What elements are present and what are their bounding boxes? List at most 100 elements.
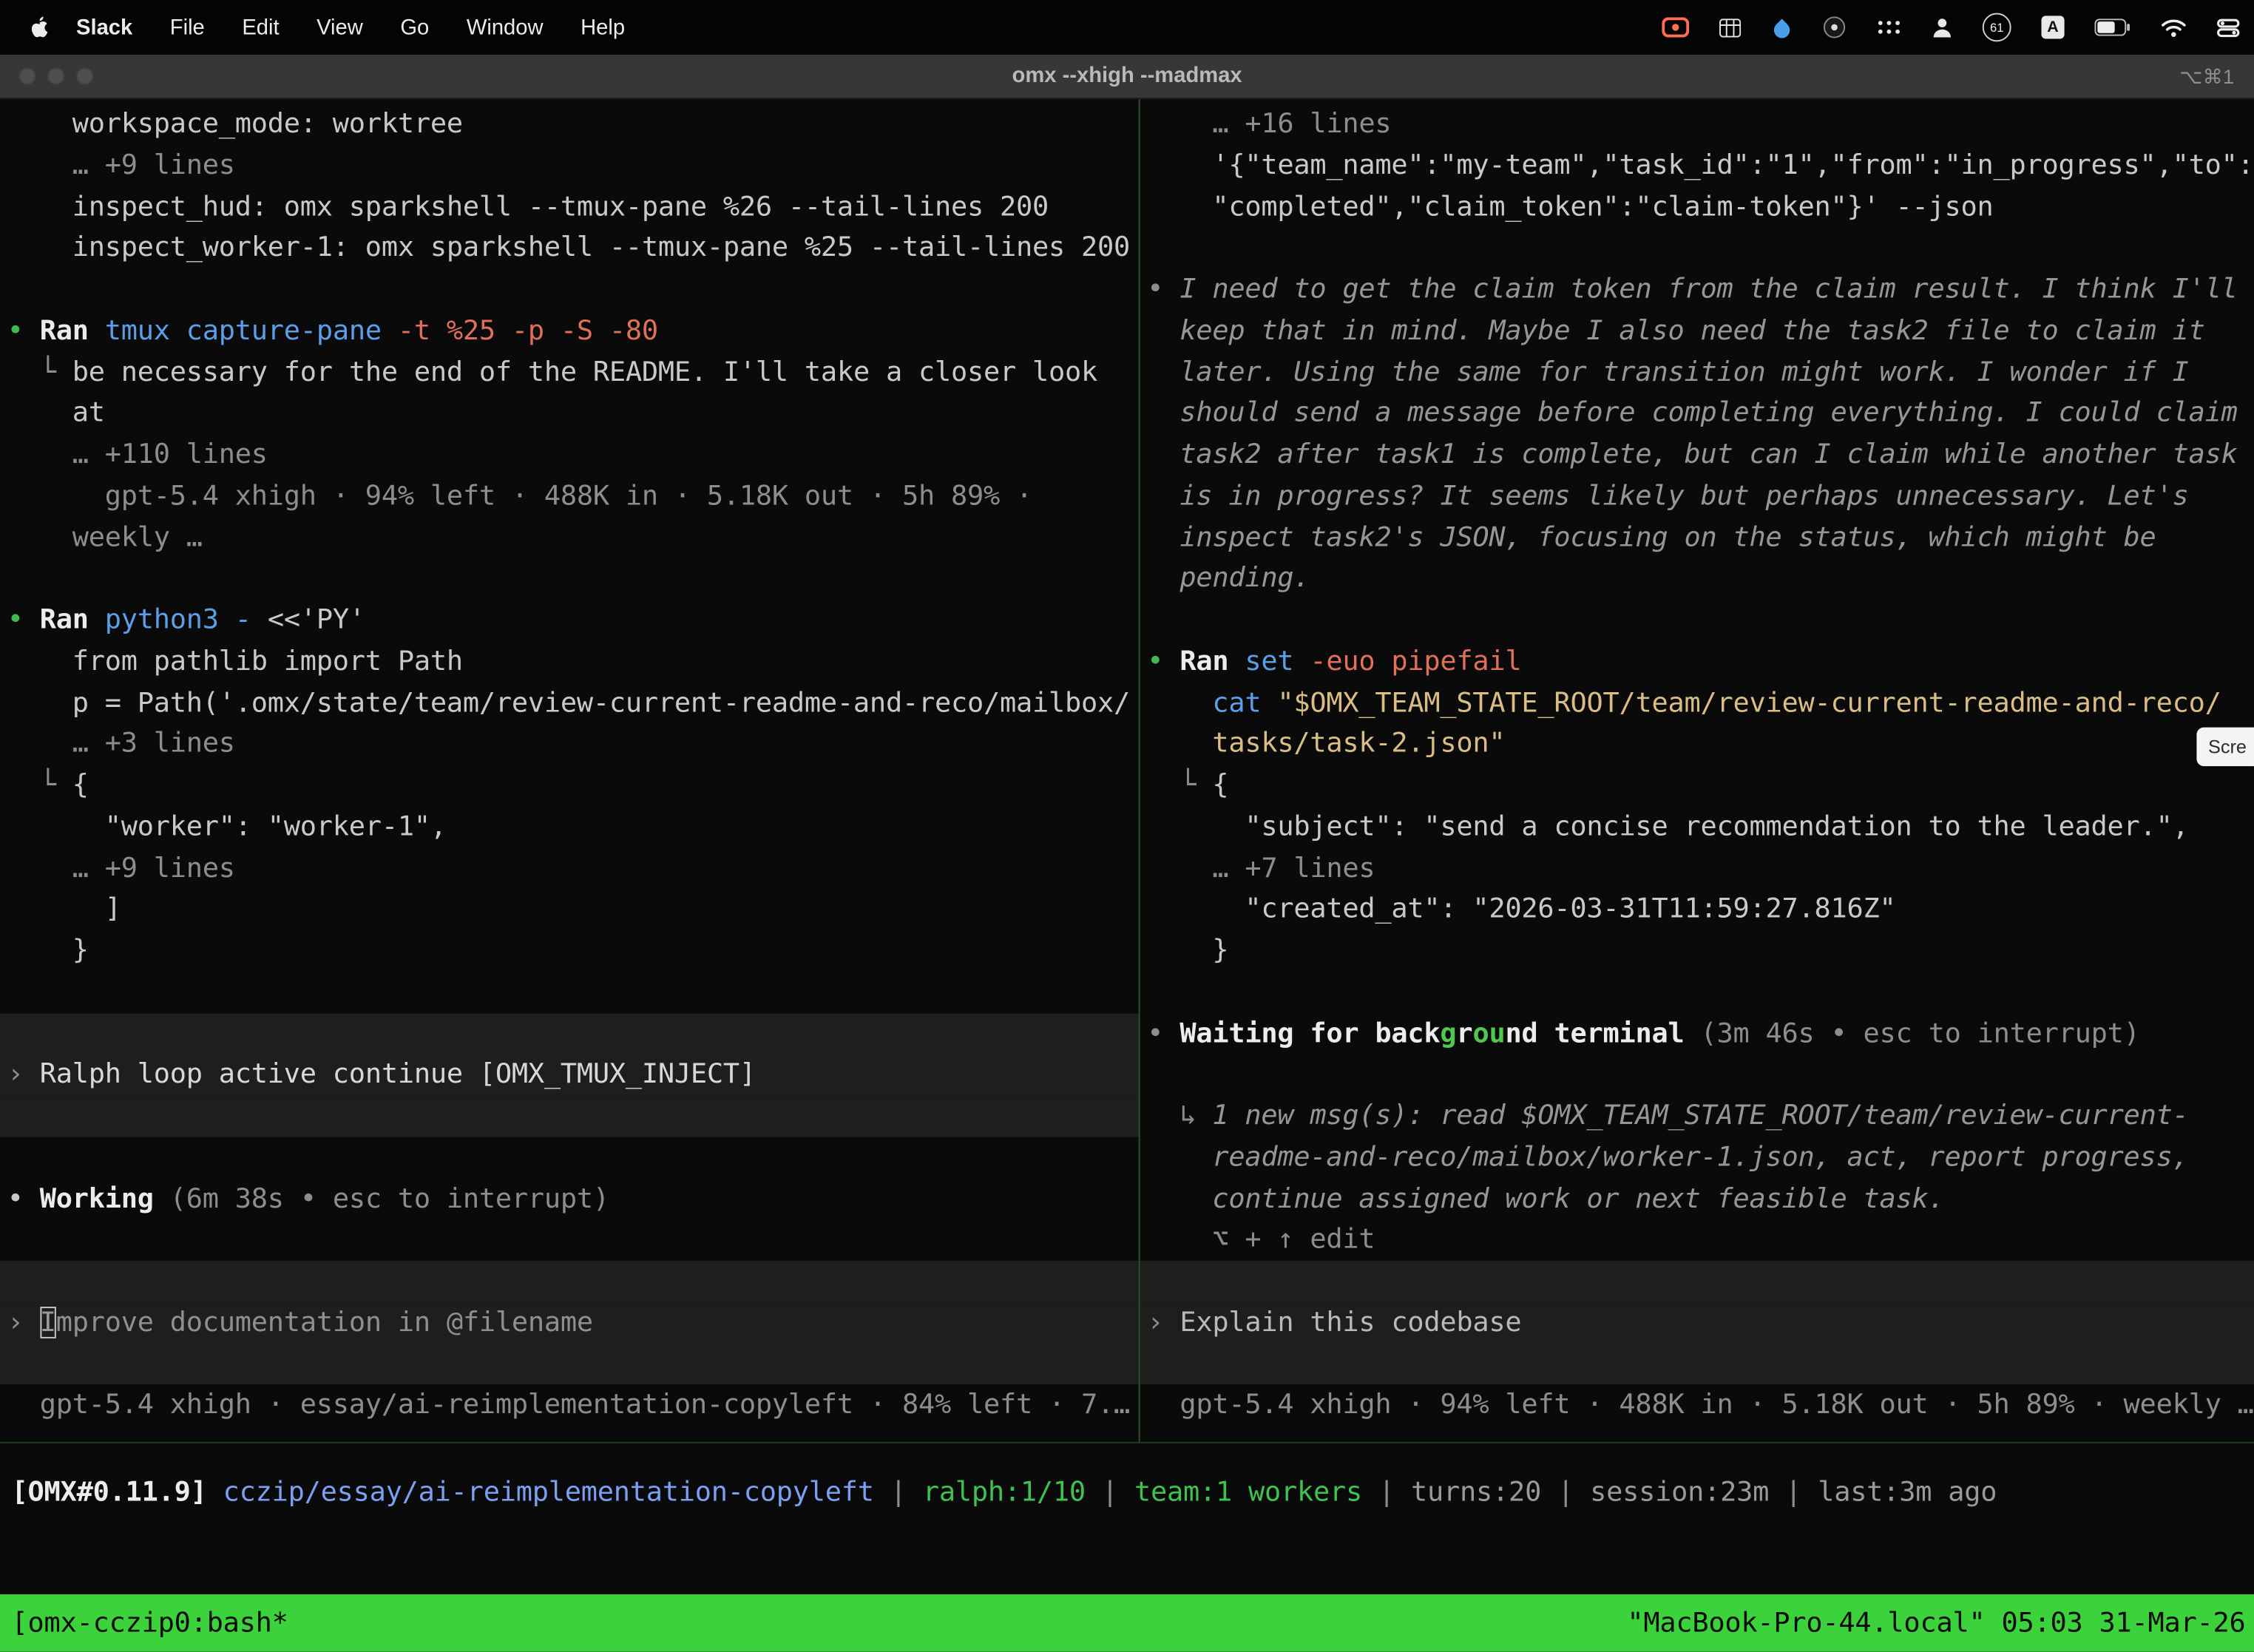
terminal-line: "completed","claim_token":"claim-token"}… xyxy=(1147,186,2254,228)
right-terminal-pane[interactable]: … +16 lines '{"team_name":"my-team","tas… xyxy=(1140,99,2254,1442)
user-icon[interactable] xyxy=(1932,13,1952,41)
terminal-line xyxy=(7,558,1139,600)
terminal-line xyxy=(1147,600,2254,641)
input-source-icon[interactable]: A xyxy=(2041,16,2064,38)
terminal-line: inspect_hud: omx sparkshell --tmux-pane … xyxy=(7,186,1139,228)
terminal-line: continue assigned work or next feasible … xyxy=(1147,1178,2254,1219)
terminal-line xyxy=(0,1344,1139,1385)
terminal-line: "created_at": "2026-03-31T11:59:27.816Z" xyxy=(1147,889,2254,930)
window-title: omx --xhigh --madmax xyxy=(0,55,2254,98)
terminal-line xyxy=(0,1013,1139,1054)
terminal-line: … +110 lines xyxy=(7,434,1139,475)
terminal-line xyxy=(1147,228,2254,269)
terminal-line: inspect_worker-1: omx sparkshell --tmux-… xyxy=(7,228,1139,269)
terminal-line xyxy=(1147,972,2254,1013)
terminal-line: } xyxy=(7,930,1139,972)
menu-item-window[interactable]: Window xyxy=(467,15,544,39)
terminal-line: └ { xyxy=(1147,765,2254,806)
terminal-line: keep that in mind. Maybe I also need the… xyxy=(1147,310,2254,351)
terminal-line: weekly … xyxy=(7,517,1139,558)
battery-percent-label: 61 xyxy=(1990,20,2003,34)
terminal-line: • Ran set -euo pipefail xyxy=(1147,641,2254,683)
terminal-line: from pathlib import Path xyxy=(7,641,1139,683)
terminal-line: • Working (6m 38s • esc to interrupt) xyxy=(7,1178,1139,1219)
terminal-line xyxy=(0,1261,1139,1302)
control-center-icon[interactable] xyxy=(2217,13,2240,41)
tmux-session-label: [omx-cczip0:bash* xyxy=(12,1607,288,1639)
terminal-line: … +16 lines xyxy=(1147,104,2254,145)
terminal-line: at xyxy=(7,393,1139,434)
terminal-line: "subject": "send a concise recommendatio… xyxy=(1147,806,2254,847)
terminal-line: ⌥ + ↑ edit xyxy=(1147,1219,2254,1261)
terminal-line: gpt-5.4 xhigh · 94% left · 488K in · 5.1… xyxy=(7,475,1139,517)
terminal-line: p = Path('.omx/state/team/review-current… xyxy=(7,682,1139,723)
menu-item-file[interactable]: File xyxy=(170,15,205,39)
menu-item-go[interactable]: Go xyxy=(400,15,429,39)
terminal-line xyxy=(7,269,1139,311)
blue-app-icon[interactable] xyxy=(1771,13,1793,41)
prompt-row-ralph-loop[interactable]: › Ralph loop active continue [OMX_TMUX_I… xyxy=(0,1054,1139,1095)
terminal-line: gpt-5.4 xhigh · essay/ai-reimplementatio… xyxy=(7,1385,1139,1426)
terminal-line xyxy=(0,1095,1139,1137)
terminal-line: └ { xyxy=(7,765,1139,806)
terminal-line: workspace_mode: worktree xyxy=(7,104,1139,145)
prompt-row-explain-codebase[interactable]: › Explain this codebase xyxy=(1140,1302,2254,1344)
tmux-status-bar: [omx-cczip0:bash* "MacBook-Pro-44.local"… xyxy=(0,1594,2254,1652)
terminal-line: "worker": "worker-1", xyxy=(7,806,1139,847)
terminal-line xyxy=(1140,1344,2254,1385)
apple-icon xyxy=(29,15,50,39)
active-app-menu[interactable]: Slack xyxy=(76,15,132,39)
terminal-line: } xyxy=(1147,930,2254,972)
terminal-line: … +7 lines xyxy=(1147,847,2254,889)
terminal-line: … +9 lines xyxy=(7,847,1139,889)
menu-bar-status-icons: 61 A xyxy=(1662,13,2254,41)
terminal-line: • Ran tmux capture-pane -t %25 -p -S -80 xyxy=(7,310,1139,351)
wifi-icon[interactable] xyxy=(2161,13,2187,41)
terminal-line: '{"team_name":"my-team","task_id":"1","f… xyxy=(1147,145,2254,186)
terminal-line xyxy=(7,972,1139,1013)
terminal-line: … +9 lines xyxy=(7,145,1139,186)
terminal-line: inspect task2's JSON, focusing on the st… xyxy=(1147,517,2254,558)
battery-gauge-icon[interactable]: 61 xyxy=(1983,13,2011,41)
terminal-line: readme-and-reco/mailbox/worker-1.json, a… xyxy=(1147,1137,2254,1178)
terminal-line: later. Using the same for transition mig… xyxy=(1147,351,2254,393)
menu-item-edit[interactable]: Edit xyxy=(242,15,279,39)
terminal-line: tasks/task-2.json" xyxy=(1147,723,2254,765)
left-terminal-pane[interactable]: workspace_mode: worktree … +9 lines insp… xyxy=(0,99,1139,1442)
terminal-line: task2 after task1 is complete, but can I… xyxy=(1147,434,2254,475)
menu-item-help[interactable]: Help xyxy=(581,15,625,39)
terminal-line: • Waiting for background terminal (3m 46… xyxy=(1147,1013,2254,1054)
grid-app-icon[interactable] xyxy=(1719,13,1741,41)
terminal-line: … +3 lines xyxy=(7,723,1139,765)
terminal-line xyxy=(1147,1054,2254,1095)
terminal-line: ↳ 1 new msg(s): read $OMX_TEAM_STATE_ROO… xyxy=(1147,1095,2254,1137)
terminal-line: pending. xyxy=(1147,558,2254,600)
screen: Slack File Edit View Go Window Help 61 A xyxy=(0,0,2254,1651)
terminal-line: • Ran python3 - <<'PY' xyxy=(7,600,1139,641)
menu-bar: Slack File Edit View Go Window Help 61 A xyxy=(0,0,2254,55)
keyboard-layout-icon[interactable] xyxy=(1876,13,1902,41)
terminal-line: └ be necessary for the end of the README… xyxy=(7,351,1139,393)
terminal: workspace_mode: worktree … +9 lines insp… xyxy=(0,99,2254,1594)
terminal-line: should send a message before completing … xyxy=(1147,393,2254,434)
terminal-line xyxy=(7,1137,1139,1178)
terminal-line xyxy=(1140,1261,2254,1302)
recording-indicator-icon[interactable] xyxy=(1662,13,1689,41)
window-title-bar: omx --xhigh --madmax ⌥⌘1 xyxy=(0,55,2254,99)
terminal-line: is in progress? It seems likely but perh… xyxy=(1147,475,2254,517)
pane-divider-vertical[interactable] xyxy=(1139,99,1140,1442)
dark-app-icon[interactable] xyxy=(1823,13,1846,41)
menu-items: File Edit View Go Window Help xyxy=(132,15,625,39)
apple-menu[interactable] xyxy=(29,15,50,39)
composer-input-row[interactable]: › Improve documentation in @filename xyxy=(0,1302,1139,1344)
menu-item-view[interactable]: View xyxy=(317,15,363,39)
terminal-line xyxy=(7,1219,1139,1261)
terminal-line: cat "$OMX_TEAM_STATE_ROOT/team/review-cu… xyxy=(1147,682,2254,723)
omx-session-summary: [OMX#0.11.9] cczip/essay/ai-reimplementa… xyxy=(12,1472,2254,1514)
battery-icon[interactable] xyxy=(2094,13,2131,41)
window-shortcut-hint: ⌥⌘1 xyxy=(2179,55,2234,98)
terminal-line: ] xyxy=(7,889,1139,930)
omx-status-line: [OMX#0.11.9] cczip/essay/ai-reimplementa… xyxy=(0,1443,2254,1594)
terminal-line: • I need to get the claim token from the… xyxy=(1147,269,2254,311)
terminal-line: gpt-5.4 xhigh · 94% left · 488K in · 5.1… xyxy=(1147,1385,2254,1426)
